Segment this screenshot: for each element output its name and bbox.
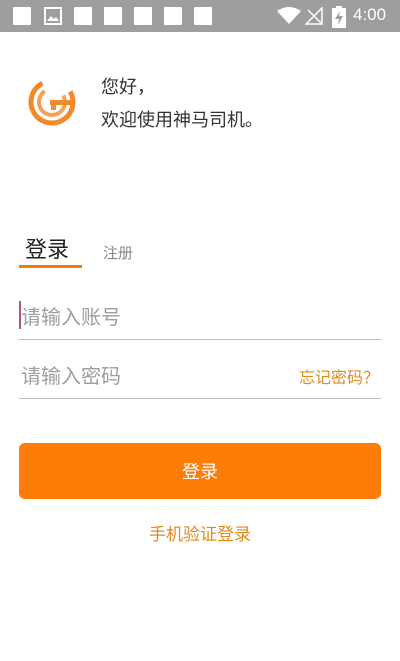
account-field xyxy=(19,293,381,340)
wifi-icon xyxy=(277,7,301,24)
password-field: 忘记密码？ xyxy=(19,352,381,399)
tab-active-indicator xyxy=(19,265,82,268)
notification-icon xyxy=(134,7,152,25)
tab-login[interactable]: 登录 xyxy=(25,232,69,264)
greeting-welcome: 欢迎使用神马司机。 xyxy=(101,110,263,131)
account-input[interactable] xyxy=(19,299,281,335)
notification-icon xyxy=(164,7,182,25)
brand-g-logo xyxy=(28,78,76,126)
notification-icon xyxy=(194,7,212,25)
status-bar: 4:00 xyxy=(0,0,400,32)
sms-login-link[interactable]: 手机验证登录 xyxy=(0,520,400,545)
battery-charging-icon xyxy=(332,6,346,28)
notification-icon xyxy=(74,7,92,25)
tab-register[interactable]: 注册 xyxy=(103,242,133,263)
password-input[interactable] xyxy=(19,358,281,394)
greeting-hello: 您好， xyxy=(101,77,155,98)
notification-icon xyxy=(104,7,122,25)
no-signal-icon xyxy=(305,7,323,25)
status-time: 4:00 xyxy=(353,5,387,24)
image-icon xyxy=(44,7,62,25)
notification-icon xyxy=(13,7,31,25)
login-button[interactable]: 登录 xyxy=(19,443,381,499)
forgot-password-link[interactable]: 忘记密码？ xyxy=(299,364,379,388)
login-screen: 4:00 您好， 欢迎使用神马司机。 登录 注册 忘记密码？ 登录 手机验证登录 xyxy=(0,0,400,661)
